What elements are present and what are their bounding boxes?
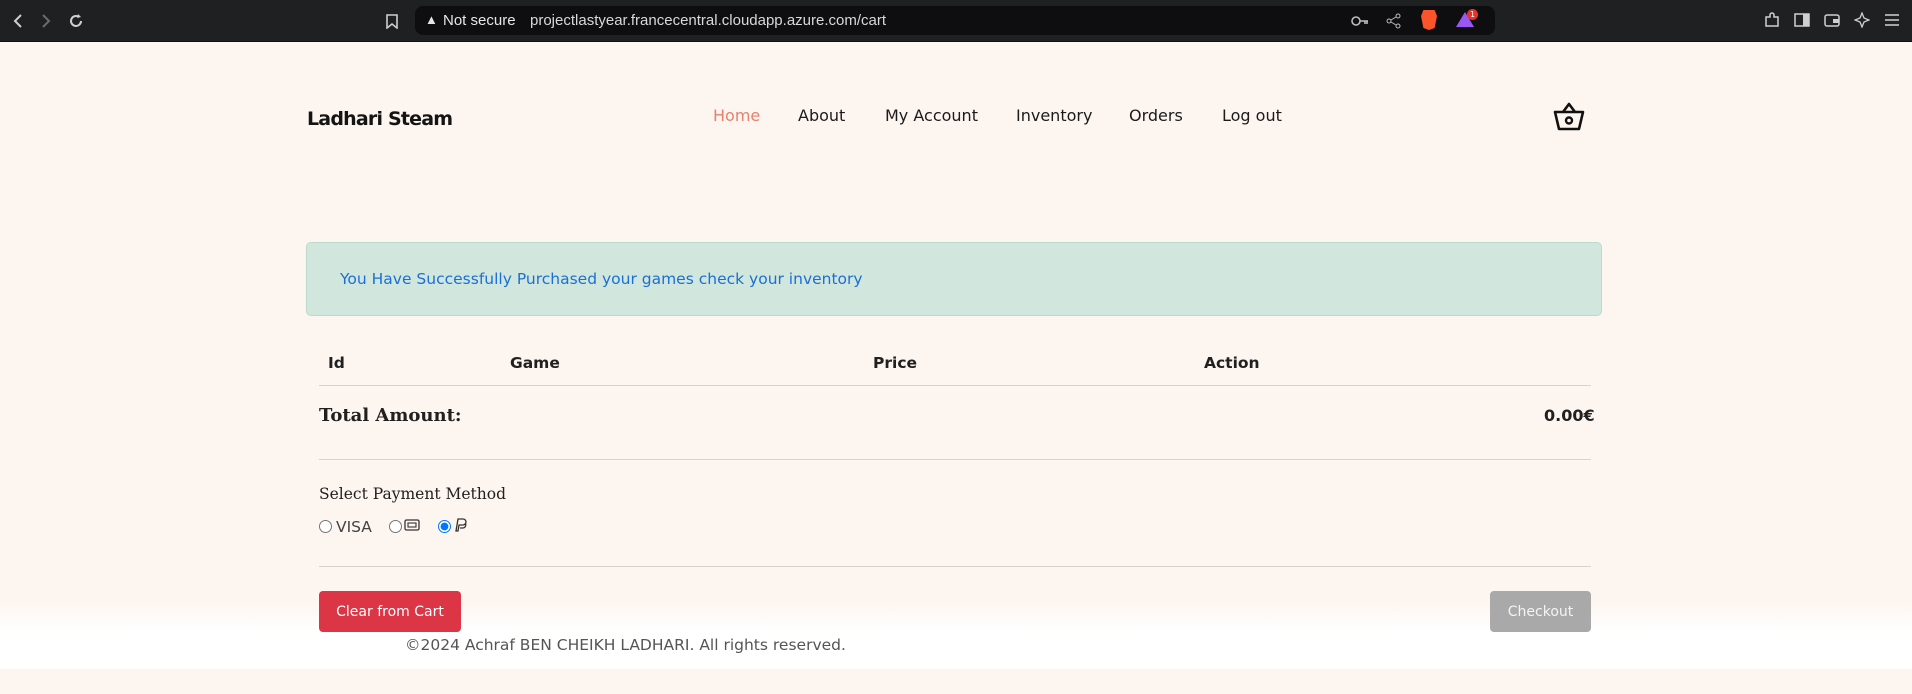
divider: [319, 566, 1591, 567]
bookmark-icon[interactable]: [379, 8, 405, 34]
url-text[interactable]: projectlastyear.francecentral.cloudapp.a…: [530, 12, 886, 29]
key-icon[interactable]: [1350, 11, 1370, 31]
payment-radio-paypal[interactable]: [438, 520, 451, 533]
nav-orders[interactable]: Orders: [1129, 106, 1183, 125]
column-header-price: Price: [873, 354, 918, 372]
column-header-id: Id: [328, 354, 345, 372]
wallet-icon[interactable]: [1822, 10, 1842, 30]
payment-radio-card[interactable]: [389, 520, 402, 533]
nav-home[interactable]: Home: [713, 106, 760, 125]
leo-ai-icon[interactable]: [1852, 10, 1872, 30]
visa-label: VISA: [336, 518, 372, 536]
rewards-badge: 1: [1467, 9, 1478, 20]
footer-copyright: ©2024 Achraf BEN CHEIKH LADHARI. All rig…: [405, 636, 846, 654]
success-alert: You Have Successfully Purchased your gam…: [306, 242, 1602, 316]
divider: [319, 385, 1591, 386]
nav-log-out[interactable]: Log out: [1222, 106, 1282, 125]
divider: [319, 459, 1591, 460]
checkout-button[interactable]: Checkout: [1490, 591, 1591, 632]
back-icon[interactable]: [5, 8, 31, 34]
nav-my-account[interactable]: My Account: [885, 106, 978, 125]
security-indicator[interactable]: Not secure: [443, 12, 516, 29]
browser-toolbar: ▲ Not secure projectlastyear.francecentr…: [0, 0, 1912, 42]
page-bottom: [0, 669, 1912, 694]
address-bar[interactable]: ▲ Not secure projectlastyear.francecentr…: [415, 6, 1495, 35]
site-logo[interactable]: Ladhari Steam: [307, 108, 453, 130]
payment-radio-visa[interactable]: [319, 520, 332, 533]
extensions-icon[interactable]: [1762, 10, 1782, 30]
warning-icon: ▲: [425, 12, 438, 27]
footer-background: [0, 600, 1912, 670]
reload-icon[interactable]: [63, 8, 89, 34]
basket-icon[interactable]: [1552, 102, 1586, 132]
payment-method-title: Select Payment Method: [319, 485, 507, 503]
share-icon[interactable]: [1384, 11, 1404, 31]
column-header-game: Game: [510, 354, 560, 372]
paypal-icon: [453, 517, 467, 537]
brave-shield-icon[interactable]: [1421, 10, 1437, 30]
column-header-action: Action: [1204, 354, 1260, 372]
card-icon: [404, 517, 420, 536]
nav-inventory[interactable]: Inventory: [1016, 106, 1092, 125]
nav-about[interactable]: About: [798, 106, 845, 125]
total-label: Total Amount:: [319, 405, 462, 426]
total-value: 0.00€: [1544, 406, 1595, 425]
forward-icon[interactable]: [33, 8, 59, 34]
sidebar-icon[interactable]: [1792, 10, 1812, 30]
clear-cart-button[interactable]: Clear from Cart: [319, 591, 461, 632]
menu-icon[interactable]: [1882, 10, 1902, 30]
alert-message: You Have Successfully Purchased your gam…: [340, 270, 863, 288]
